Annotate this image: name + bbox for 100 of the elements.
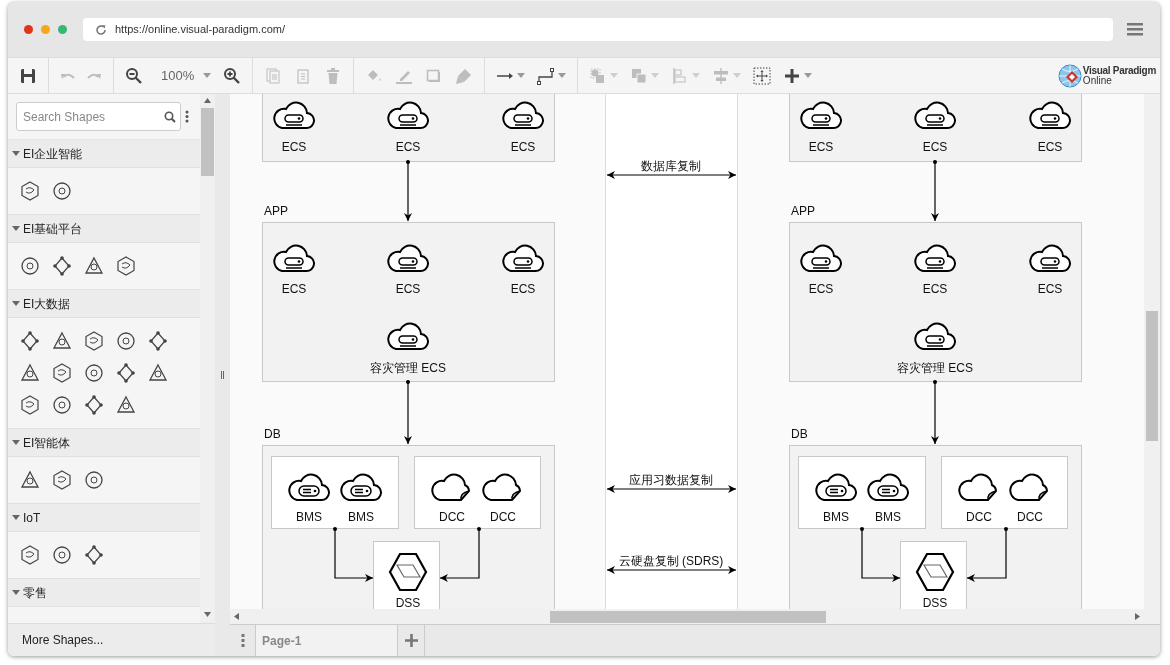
- ring-icon[interactable]: [51, 180, 73, 202]
- menu-icon[interactable]: [1127, 23, 1143, 36]
- connector-arrow: [333, 527, 374, 582]
- connector-arrow: [931, 380, 939, 445]
- waypoint-icon: [537, 66, 556, 85]
- node-label: ECS: [922, 140, 948, 154]
- category-header[interactable]: EI智能体: [8, 429, 200, 457]
- caret-icon: [517, 73, 526, 78]
- node-label: ECS: [281, 282, 307, 296]
- caret-icon: [651, 73, 660, 78]
- connector-arrow: [404, 160, 412, 222]
- node-label: 容灾管理 ECS: [897, 361, 973, 375]
- hexagon-icon: [914, 551, 956, 593]
- node-label: 容灾管理 ECS: [370, 361, 446, 375]
- network-icon[interactable]: [83, 544, 105, 566]
- connector-arrow: [860, 527, 901, 582]
- plus-icon: [783, 66, 802, 85]
- category-header[interactable]: 零售: [8, 579, 200, 607]
- caret-icon: [733, 73, 742, 78]
- triangle-icon[interactable]: [147, 362, 169, 384]
- caret-icon: [610, 73, 619, 78]
- hexagon-icon[interactable]: [115, 255, 137, 277]
- scrollbar[interactable]: [1144, 94, 1160, 609]
- ring-icon[interactable]: [19, 255, 41, 277]
- scroll-left-icon[interactable]: [234, 613, 239, 620]
- triangle-icon[interactable]: [19, 362, 41, 384]
- search-icon[interactable]: [164, 111, 176, 123]
- connector-arrow: [404, 380, 412, 445]
- node-label: ECS: [395, 282, 421, 296]
- triangle-icon[interactable]: [115, 394, 137, 416]
- brush-icon: [455, 66, 474, 85]
- ring-icon[interactable]: [83, 469, 105, 491]
- connector-arrow: [931, 160, 939, 222]
- node-label: ECS: [395, 140, 421, 154]
- node-label: BMS: [296, 510, 322, 524]
- scrollbar-thumb[interactable]: [550, 610, 826, 623]
- app-logo[interactable]: Visual Paradigm Online: [1057, 58, 1156, 93]
- scroll-up-icon[interactable]: [204, 98, 211, 103]
- triangle-icon[interactable]: [19, 469, 41, 491]
- scroll-right-icon[interactable]: [1135, 613, 1140, 620]
- caret-icon: [804, 73, 813, 78]
- node-label: DSS: [922, 596, 948, 609]
- category-header[interactable]: IoT: [8, 504, 200, 532]
- network-icon[interactable]: [19, 330, 41, 352]
- connector-arrow: [439, 527, 481, 582]
- node-label: BMS: [823, 510, 849, 524]
- zoom-dropdown[interactable]: 100%: [153, 62, 214, 89]
- node-label: ECS: [510, 140, 536, 154]
- copy-icon: [264, 66, 283, 85]
- category-header[interactable]: EI企业智能: [8, 140, 200, 168]
- triangle-icon[interactable]: [83, 255, 105, 277]
- logo-text: Visual Paradigm: [1082, 65, 1156, 76]
- zoom-out-icon: [125, 66, 143, 85]
- triangle-icon[interactable]: [51, 330, 73, 352]
- zoom-in-icon: [223, 66, 242, 85]
- scroll-down-icon[interactable]: [204, 612, 211, 617]
- group-label: DB: [264, 427, 281, 441]
- node-label: BMS: [875, 510, 901, 524]
- node-label: ECS: [1037, 282, 1063, 296]
- logo-icon: [1057, 63, 1082, 88]
- reload-icon[interactable]: [95, 23, 107, 36]
- network-icon[interactable]: [51, 255, 73, 277]
- hexagon-icon[interactable]: [19, 544, 41, 566]
- ring-icon[interactable]: [83, 362, 105, 384]
- node-label: DCC: [490, 510, 516, 524]
- distribute-icon: [712, 66, 731, 85]
- ring-icon[interactable]: [115, 330, 137, 352]
- more-options-icon[interactable]: [185, 110, 189, 123]
- scrollbar[interactable]: [200, 94, 215, 623]
- selection-frame-icon: [753, 66, 772, 85]
- hexagon-icon[interactable]: [19, 180, 41, 202]
- group-label: DB: [791, 427, 808, 441]
- group-label: APP: [264, 204, 288, 218]
- network-icon[interactable]: [147, 330, 169, 352]
- node-label: DCC: [1017, 510, 1043, 524]
- caret-icon: [558, 73, 567, 78]
- network-icon[interactable]: [115, 362, 137, 384]
- node-label: ECS: [922, 282, 948, 296]
- ring-icon[interactable]: [51, 544, 73, 566]
- network-icon[interactable]: [83, 394, 105, 416]
- scrollbar-thumb[interactable]: [201, 108, 214, 176]
- scrollbar[interactable]: [230, 609, 1160, 624]
- connector-arrow: [966, 527, 1008, 582]
- address-bar[interactable]: https://online.visual-paradigm.com/: [83, 18, 1113, 41]
- splitter-handle[interactable]: [221, 371, 224, 379]
- hexagon-icon[interactable]: [83, 330, 105, 352]
- hexagon-icon[interactable]: [51, 362, 73, 384]
- node-label: ECS: [281, 140, 307, 154]
- node-label: ECS: [510, 282, 536, 296]
- plus-icon: [404, 634, 418, 647]
- search-field[interactable]: Search Shapes: [16, 102, 181, 131]
- scrollbar-thumb[interactable]: [1146, 311, 1158, 441]
- node-label: DCC: [439, 510, 465, 524]
- ring-icon[interactable]: [51, 394, 73, 416]
- undo-icon: [60, 71, 75, 80]
- category-header[interactable]: EI大数据: [8, 290, 200, 318]
- node-label: DCC: [966, 510, 992, 524]
- hexagon-icon[interactable]: [51, 469, 73, 491]
- category-header[interactable]: EI基础平台: [8, 215, 200, 243]
- hexagon-icon[interactable]: [19, 394, 41, 416]
